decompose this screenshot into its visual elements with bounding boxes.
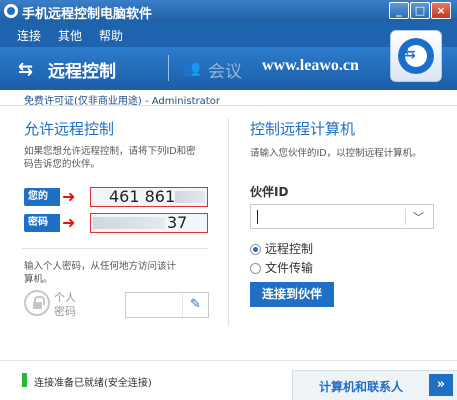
allow-remote-heading: 允许远程控制	[24, 120, 115, 138]
red-arrow-id-icon: ➜	[62, 187, 76, 206]
menu-help[interactable]: 帮助	[99, 27, 123, 44]
personal-password-input[interactable]: ✎	[125, 292, 209, 318]
radio-selected-icon[interactable]	[250, 244, 261, 255]
header-divider	[168, 55, 169, 81]
tab-meeting[interactable]: 会议	[208, 57, 242, 82]
password-value: 37	[167, 213, 188, 232]
password-field[interactable]: 37	[90, 213, 208, 233]
personal-password-label: 个人 密码	[54, 291, 76, 318]
double-chevron-right-icon[interactable]: »	[429, 374, 453, 396]
mode-header: ⇆ 远程控制 👥 会议 www.leawo.cn	[0, 47, 457, 90]
partner-id-input[interactable]: ﹀	[250, 204, 434, 229]
red-arrow-password-icon: ➜	[62, 213, 76, 232]
control-remote-heading: 控制远程计算机	[250, 120, 356, 138]
menu-other[interactable]: 其他	[58, 27, 82, 44]
swap-arrows-icon: ⇆	[18, 59, 34, 80]
logo-arrows-icon: ⇆	[404, 46, 416, 62]
tab-remote-control[interactable]: 远程控制	[48, 57, 116, 82]
control-remote-desc: 请输入您伙伴的ID，以控制远程计算机。	[250, 148, 422, 159]
id-redaction	[175, 191, 205, 203]
your-id-label: 您的ID	[24, 188, 60, 220]
connect-to-partner-button[interactable]: 连接到伙伴	[250, 282, 334, 307]
panel-divider	[228, 118, 229, 326]
edit-pencil-icon[interactable]: ✎	[182, 293, 208, 317]
menu-bar: 连接 其他 帮助	[0, 22, 457, 47]
your-id-field[interactable]: 461 861	[90, 187, 208, 207]
watermark-text: www.leawo.cn	[262, 57, 359, 74]
personal-desc-line2: 算机。	[24, 274, 53, 285]
lock-icon	[24, 290, 50, 316]
meeting-people-icon: 👥	[182, 59, 201, 77]
computers-contacts-tab[interactable]: 计算机和联系人 »	[292, 370, 457, 400]
status-indicator-icon	[22, 373, 27, 387]
radio-file-transfer[interactable]: 文件传输	[250, 259, 313, 276]
left-divider	[22, 248, 208, 249]
window-title: 手机远程控制电脑软件	[22, 7, 153, 22]
teamviewer-logo: ⇆	[390, 30, 442, 82]
status-text: 连接准备已就绪(安全连接)	[34, 378, 152, 389]
maximize-button[interactable]: □	[410, 2, 430, 19]
password-redaction	[93, 217, 165, 229]
title-bar: 手机远程控制电脑软件 _ □ ×	[0, 0, 457, 22]
personal-desc-line1: 输入个人密码，从任何地方访问该计	[24, 261, 177, 272]
computers-contacts-label: 计算机和联系人	[319, 380, 404, 394]
teamviewer-app-icon	[4, 4, 18, 18]
text-cursor	[257, 210, 258, 224]
allow-remote-desc-line2: 码告诉您的伙伴。	[24, 159, 101, 170]
menu-connect[interactable]: 连接	[17, 27, 41, 44]
close-button[interactable]: ×	[431, 2, 451, 19]
chevron-down-icon[interactable]: ﹀	[413, 209, 424, 225]
radio-unselected-icon[interactable]	[250, 263, 261, 274]
password-label: 密码	[24, 214, 60, 232]
your-id-value: 461 861	[109, 187, 176, 206]
allow-remote-desc-line1: 如果您想允许远程控制，请将下列ID和密	[24, 146, 196, 157]
radio-remote-control[interactable]: 远程控制	[250, 240, 313, 257]
partner-id-label: 伙伴ID	[250, 185, 289, 199]
minimize-button[interactable]: _	[389, 2, 409, 19]
